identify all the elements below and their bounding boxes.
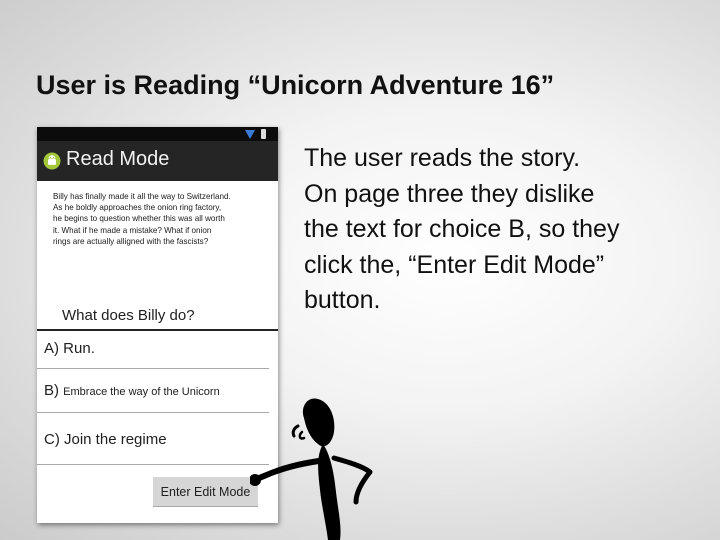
choice-text: Embrace the way of the Unicorn <box>63 386 220 398</box>
choice-letter: A) <box>44 340 59 357</box>
phone-screenshot: Read Mode Billy has finally made it all … <box>37 127 278 523</box>
slide-body: The user reads the story. On page three … <box>304 141 704 319</box>
story-line: rings are actually alligned with the fas… <box>53 236 209 246</box>
story-line: it. What if he made a mistake? What if o… <box>53 225 212 235</box>
choice-a[interactable]: A) Run. <box>37 331 269 369</box>
body-line: On page three they dislike <box>304 179 595 208</box>
story-line: As he boldly approaches the onion ring f… <box>53 203 222 213</box>
enter-edit-mode-button[interactable]: Enter Edit Mode <box>153 477 258 507</box>
signal-icon <box>245 130 255 139</box>
body-line: click the, “Enter Edit Mode” <box>304 250 605 279</box>
battery-icon <box>261 129 266 139</box>
choice-letter: C) <box>44 431 60 448</box>
body-line: button. <box>304 286 381 314</box>
body-line: the text for choice B, so they <box>304 215 620 243</box>
choice-b[interactable]: B) Embrace the way of the Unicorn <box>37 369 269 413</box>
choice-text: Join the regime <box>64 431 167 448</box>
choice-letter: B) <box>44 382 59 399</box>
choice-text: Run. <box>63 340 95 357</box>
question-text: What does Billy do? <box>62 307 195 324</box>
pointing-stick-figure <box>250 398 373 540</box>
body-line: The user reads the story. <box>304 144 581 172</box>
story-line: Billy has finally made it all the way to… <box>53 192 231 201</box>
story-line: he begins to question whether this was a… <box>53 214 225 224</box>
story-text: Billy has finally made it all the way to… <box>53 191 261 247</box>
slide-title: User is Reading “Unicorn Adventure 16” <box>36 70 555 100</box>
choice-c[interactable]: C) Join the regime <box>37 413 269 465</box>
app-title: Read Mode <box>66 148 170 170</box>
android-icon <box>43 152 61 170</box>
action-bar: Read Mode <box>37 141 278 181</box>
status-bar <box>37 127 278 141</box>
